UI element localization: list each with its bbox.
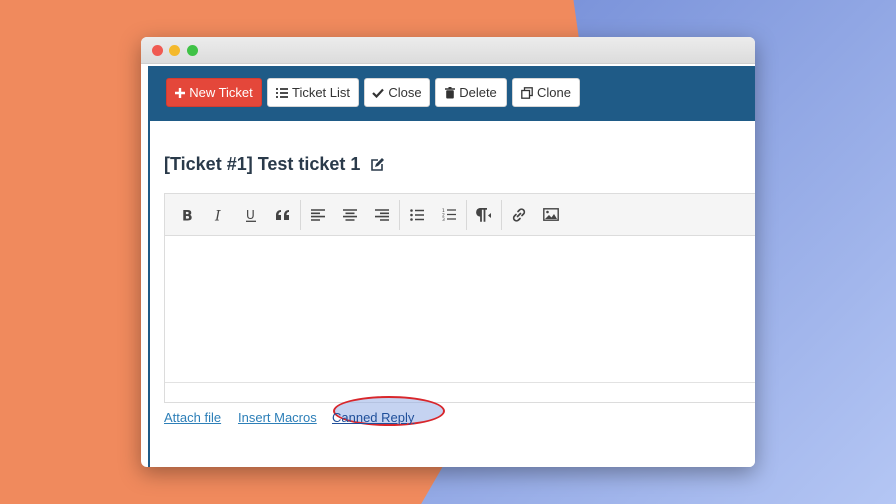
new-ticket-button[interactable]: New Ticket xyxy=(166,78,262,107)
editor-statusbar xyxy=(165,382,755,402)
paragraph-icon[interactable] xyxy=(468,200,500,230)
editor-toolbar: B I U 123 xyxy=(165,194,755,236)
clone-icon xyxy=(521,86,533,99)
svg-text:U: U xyxy=(246,208,255,222)
insert-macros-link[interactable]: Insert Macros xyxy=(238,410,317,425)
numbered-list-icon[interactable]: 123 xyxy=(433,200,465,230)
link-icon[interactable] xyxy=(503,200,535,230)
align-right-icon[interactable] xyxy=(366,200,398,230)
attach-file-link[interactable]: Attach file xyxy=(164,410,221,425)
italic-icon[interactable]: I xyxy=(203,200,235,230)
svg-text:B: B xyxy=(182,208,193,222)
ticket-list-label: Ticket List xyxy=(291,85,351,100)
editor-text-area[interactable] xyxy=(165,236,755,384)
svg-text:I: I xyxy=(214,208,221,222)
delete-ticket-button[interactable]: Delete xyxy=(435,78,507,107)
ticket-header: [Ticket #1] Test ticket 1 xyxy=(164,154,385,175)
bold-icon[interactable]: B xyxy=(171,200,203,230)
align-center-icon[interactable] xyxy=(334,200,366,230)
close-window-icon[interactable] xyxy=(152,45,163,56)
ticket-list-button[interactable]: Ticket List xyxy=(267,78,359,107)
browser-window: New Ticket Ticket List Close Delete Clon… xyxy=(141,37,755,467)
trash-icon xyxy=(445,86,456,98)
image-icon[interactable] xyxy=(535,200,567,230)
edit-title-icon[interactable] xyxy=(370,157,385,172)
window-titlebar xyxy=(141,37,755,64)
new-ticket-label: New Ticket xyxy=(189,85,253,100)
close-label: Close xyxy=(388,85,422,100)
toolbar-divider xyxy=(501,199,502,230)
quote-icon[interactable] xyxy=(267,200,299,230)
delete-label: Delete xyxy=(459,85,497,100)
svg-text:3: 3 xyxy=(442,217,445,221)
close-ticket-button[interactable]: Close xyxy=(364,78,430,107)
canned-reply-link[interactable]: Canned Reply xyxy=(332,410,414,425)
action-bar: New Ticket Ticket List Close Delete Clon… xyxy=(150,66,755,121)
ticket-page: New Ticket Ticket List Close Delete Clon… xyxy=(148,66,755,467)
bullet-list-icon[interactable] xyxy=(401,200,433,230)
plus-icon xyxy=(175,87,186,98)
clone-ticket-button[interactable]: Clone xyxy=(512,78,580,107)
toolbar-divider xyxy=(466,199,467,230)
page-title: [Ticket #1] Test ticket 1 xyxy=(164,154,361,174)
underline-icon[interactable]: U xyxy=(235,200,267,230)
check-icon xyxy=(372,88,385,98)
list-icon xyxy=(275,87,288,98)
clone-label: Clone xyxy=(537,85,571,100)
toolbar-divider xyxy=(300,199,301,230)
align-left-icon[interactable] xyxy=(302,200,334,230)
reply-editor: B I U 123 xyxy=(164,193,755,403)
minimize-window-icon[interactable] xyxy=(169,45,180,56)
maximize-window-icon[interactable] xyxy=(187,45,198,56)
toolbar-divider xyxy=(399,199,400,230)
